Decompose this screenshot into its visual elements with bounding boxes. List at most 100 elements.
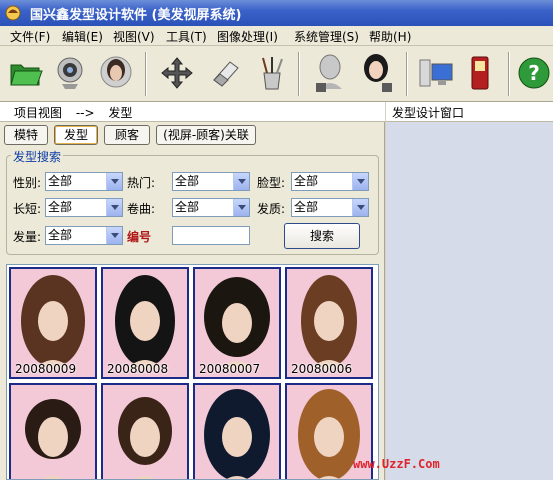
menu-edit[interactable]: 编辑(E) (62, 28, 103, 45)
brushes-button[interactable] (252, 52, 292, 94)
length-select[interactable]: 全部 (45, 198, 123, 217)
brushes-icon (262, 57, 283, 90)
help-icon: ? (518, 57, 550, 89)
portrait-button[interactable] (96, 52, 136, 94)
toolbar-separator (406, 52, 408, 96)
hairstyle-gallery: 20080009 20080008 20080007 20080006 (6, 264, 379, 480)
female-save-icon (364, 54, 392, 92)
hairstyle-thumbnail[interactable] (9, 383, 97, 479)
hairstyle-photo (118, 397, 172, 479)
hairstyle-photo (204, 389, 270, 479)
menu-bar: 文件(F) 编辑(E) 视图(V) 工具(T) 图像处理(I) 系统管理(S) … (0, 26, 553, 46)
chevron-down-icon (233, 199, 249, 216)
volume-value: 全部 (48, 228, 73, 242)
hairstyle-thumbnail[interactable] (193, 383, 281, 479)
chevron-down-icon (106, 173, 122, 190)
hairstyle-search-group: 发型搜索 性别: 全部 热门: 全部 脸型: 全部 长短: 全部 卷曲: 全部 … (6, 148, 379, 255)
chevron-down-icon (106, 227, 122, 244)
chevron-down-icon (352, 173, 368, 190)
gender-select[interactable]: 全部 (45, 172, 123, 191)
phone-icon (471, 56, 489, 90)
curl-select[interactable]: 全部 (172, 198, 250, 217)
curl-value: 全部 (175, 200, 200, 214)
hairstyle-photo (115, 275, 175, 369)
phone-button[interactable] (460, 52, 500, 94)
hairstyle-thumbnail[interactable]: 20080006 (285, 267, 373, 379)
breadcrumb: 项目视图 --> 发型 (0, 102, 385, 122)
tab-model[interactable]: 模特 (4, 125, 48, 145)
tab-video-customer-link[interactable]: (视屏-顾客)关联 (156, 125, 256, 145)
title-bar: 国兴鑫发型设计软件 (美发视屏系统) (0, 0, 553, 26)
chevron-down-icon (106, 199, 122, 216)
curl-label: 卷曲: (127, 202, 156, 216)
help-button[interactable]: ? (514, 52, 553, 94)
menu-file[interactable]: 文件(F) (10, 28, 50, 45)
project-view-pane: 项目视图 --> 发型 模特 发型 顾客 (视屏-顾客)关联 发型搜索 性别: … (0, 102, 385, 480)
hairstyle-thumbnail[interactable]: 20080008 (101, 267, 189, 379)
menu-system[interactable]: 系统管理(S) (294, 28, 359, 45)
design-window-title: 发型设计窗口 (386, 102, 553, 122)
webcam-icon (57, 57, 83, 89)
hairstyle-photo (204, 277, 270, 369)
quality-value: 全部 (294, 200, 319, 214)
hot-value: 全部 (175, 174, 200, 188)
hairstyle-photo (301, 275, 357, 369)
face-label: 脸型: (257, 176, 286, 190)
hairstyle-code: 20080006 (291, 362, 353, 376)
model-save-button[interactable] (310, 52, 350, 94)
length-value: 全部 (48, 200, 73, 214)
face-select[interactable]: 全部 (291, 172, 369, 191)
volume-label: 发量: (13, 230, 42, 244)
menu-image[interactable]: 图像处理(I) (217, 28, 278, 45)
camera-button[interactable] (50, 52, 90, 94)
menu-view[interactable]: 视图(V) (113, 28, 155, 45)
quality-label: 发质: (257, 202, 286, 216)
length-label: 长短: (13, 202, 42, 216)
svg-text:?: ? (528, 61, 540, 85)
open-folder-icon (10, 64, 43, 86)
search-button[interactable]: 搜索 (284, 223, 360, 249)
move-button[interactable] (157, 52, 197, 94)
code-input[interactable] (172, 226, 250, 245)
model-save-icon (316, 54, 342, 92)
design-window-pane: 发型设计窗口 (386, 102, 553, 480)
female-save-button[interactable] (356, 52, 396, 94)
hairstyle-code: 20080007 (199, 362, 261, 376)
volume-select[interactable]: 全部 (45, 226, 123, 245)
breadcrumb-item: 项目视图 (14, 106, 63, 120)
tab-hairstyle[interactable]: 发型 (54, 125, 98, 145)
hairstyle-code: 20080009 (15, 362, 77, 376)
toolbar-separator (145, 52, 147, 96)
toolbar-separator (298, 52, 300, 96)
app-icon (5, 5, 21, 21)
open-folder-button[interactable] (6, 52, 46, 94)
eraser-icon (213, 61, 239, 87)
tab-customer[interactable]: 顾客 (104, 125, 150, 145)
hairstyle-thumbnail[interactable]: 20080009 (9, 267, 97, 379)
hot-label: 热门: (127, 176, 156, 190)
computer-icon (419, 59, 453, 87)
hairstyle-code: 20080008 (107, 362, 169, 376)
hairstyle-thumbnail[interactable]: 20080007 (193, 267, 281, 379)
chevron-down-icon (233, 173, 249, 190)
watermark: www.UzzF.Com (353, 457, 440, 471)
face-value: 全部 (294, 174, 319, 188)
toolbar: ? (0, 46, 553, 102)
computer-button[interactable] (416, 52, 456, 94)
gender-label: 性别: (13, 176, 42, 190)
hairstyle-thumbnail[interactable] (101, 383, 189, 479)
portrait-icon (100, 56, 132, 88)
menu-help[interactable]: 帮助(H) (369, 28, 411, 45)
window-title: 国兴鑫发型设计软件 (美发视屏系统) (30, 8, 242, 23)
search-group-title: 发型搜索 (11, 148, 64, 165)
hot-select[interactable]: 全部 (172, 172, 250, 191)
menu-tools[interactable]: 工具(T) (166, 28, 207, 45)
breadcrumb-item: 发型 (108, 106, 133, 120)
toolbar-separator (508, 52, 510, 96)
design-canvas[interactable] (386, 122, 553, 480)
eraser-button[interactable] (205, 52, 245, 94)
breadcrumb-arrow: --> (75, 106, 95, 120)
chevron-down-icon (352, 199, 368, 216)
quality-select[interactable]: 全部 (291, 198, 369, 217)
code-label: 编号 (127, 230, 152, 244)
